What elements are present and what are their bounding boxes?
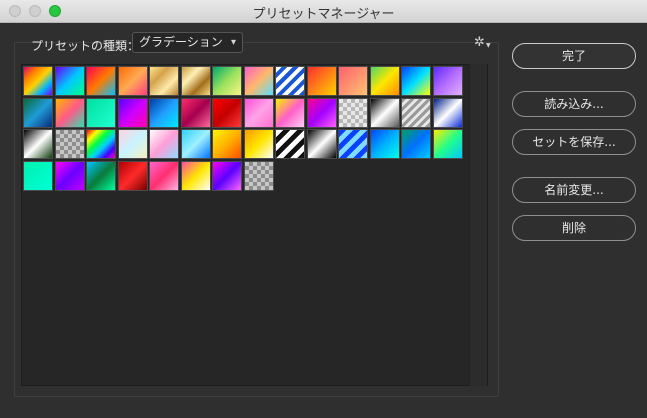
title-bar: プリセットマネージャー — [0, 0, 647, 23]
gradient-swatch[interactable] — [212, 66, 242, 96]
gradient-swatch[interactable] — [401, 129, 431, 159]
scrollbar[interactable] — [469, 64, 487, 386]
swatch-grid — [21, 64, 488, 386]
gradient-swatch[interactable] — [55, 161, 85, 191]
gradient-swatch[interactable] — [86, 98, 116, 128]
gradient-swatch[interactable] — [338, 98, 368, 128]
gradient-swatch[interactable] — [433, 129, 463, 159]
gradient-swatch[interactable] — [338, 66, 368, 96]
load-button[interactable]: 読み込み... — [512, 91, 636, 117]
gradient-swatch[interactable] — [55, 98, 85, 128]
preset-type-select[interactable]: グラデーション ▾ — [132, 32, 243, 53]
gradient-swatch[interactable] — [244, 129, 274, 159]
gradient-swatch[interactable] — [181, 66, 211, 96]
gradient-swatch[interactable] — [433, 98, 463, 128]
gradient-swatch[interactable] — [23, 98, 53, 128]
save-set-button[interactable]: セットを保存... — [512, 129, 636, 155]
gradient-swatch[interactable] — [86, 161, 116, 191]
gradient-swatch[interactable] — [149, 66, 179, 96]
gradient-swatch[interactable] — [307, 129, 337, 159]
gradient-swatch[interactable] — [212, 161, 242, 191]
gradient-swatch[interactable] — [212, 98, 242, 128]
gradient-swatch[interactable] — [55, 66, 85, 96]
gradient-swatch[interactable] — [23, 129, 53, 159]
chevron-down-icon: ▾ — [230, 37, 236, 48]
delete-button[interactable]: 削除 — [512, 215, 636, 241]
gradient-swatch[interactable] — [244, 98, 274, 128]
gradient-swatch[interactable] — [433, 66, 463, 96]
gradient-swatch[interactable] — [23, 66, 53, 96]
gradient-swatch[interactable] — [181, 129, 211, 159]
gradient-swatch[interactable] — [118, 66, 148, 96]
gear-icon[interactable]: ✲ — [474, 35, 485, 50]
gradient-swatch[interactable] — [370, 98, 400, 128]
gradient-swatch[interactable] — [118, 161, 148, 191]
gradient-swatch[interactable] — [275, 98, 305, 128]
gradient-swatch[interactable] — [401, 66, 431, 96]
gradient-swatch[interactable] — [275, 129, 305, 159]
preset-type-value: グラデーション — [139, 35, 223, 49]
gradient-swatch[interactable] — [401, 98, 431, 128]
gradient-swatch[interactable] — [149, 161, 179, 191]
gradient-swatch[interactable] — [275, 66, 305, 96]
gradient-swatch[interactable] — [212, 129, 242, 159]
gradient-swatch[interactable] — [370, 129, 400, 159]
gradient-swatch[interactable] — [244, 66, 274, 96]
window-title: プリセットマネージャー — [252, 7, 395, 22]
gradient-swatch[interactable] — [149, 129, 179, 159]
gradient-swatch[interactable] — [118, 129, 148, 159]
gradient-swatch[interactable] — [86, 66, 116, 96]
gradient-swatch[interactable] — [181, 98, 211, 128]
gradient-swatch[interactable] — [181, 161, 211, 191]
rename-button[interactable]: 名前変更... — [512, 177, 636, 203]
gradient-swatch[interactable] — [307, 66, 337, 96]
gradient-swatch[interactable] — [118, 98, 148, 128]
preset-manager-window: プリセットマネージャー プリセットの種類： グラデーション ▾ ✲ ▼ 完了 読… — [0, 0, 647, 418]
gradient-swatch[interactable] — [244, 161, 274, 191]
gradient-swatch[interactable] — [23, 161, 53, 191]
gradient-swatch[interactable] — [149, 98, 179, 128]
gradient-swatch[interactable] — [338, 129, 368, 159]
preset-type-label: プリセットの種類： — [31, 39, 140, 53]
gradient-swatch[interactable] — [307, 98, 337, 128]
gradient-swatch[interactable] — [86, 129, 116, 159]
caret-down-icon: ▼ — [486, 42, 491, 49]
gradient-swatch[interactable] — [55, 129, 85, 159]
gradient-swatch[interactable] — [370, 66, 400, 96]
done-button[interactable]: 完了 — [512, 43, 636, 69]
